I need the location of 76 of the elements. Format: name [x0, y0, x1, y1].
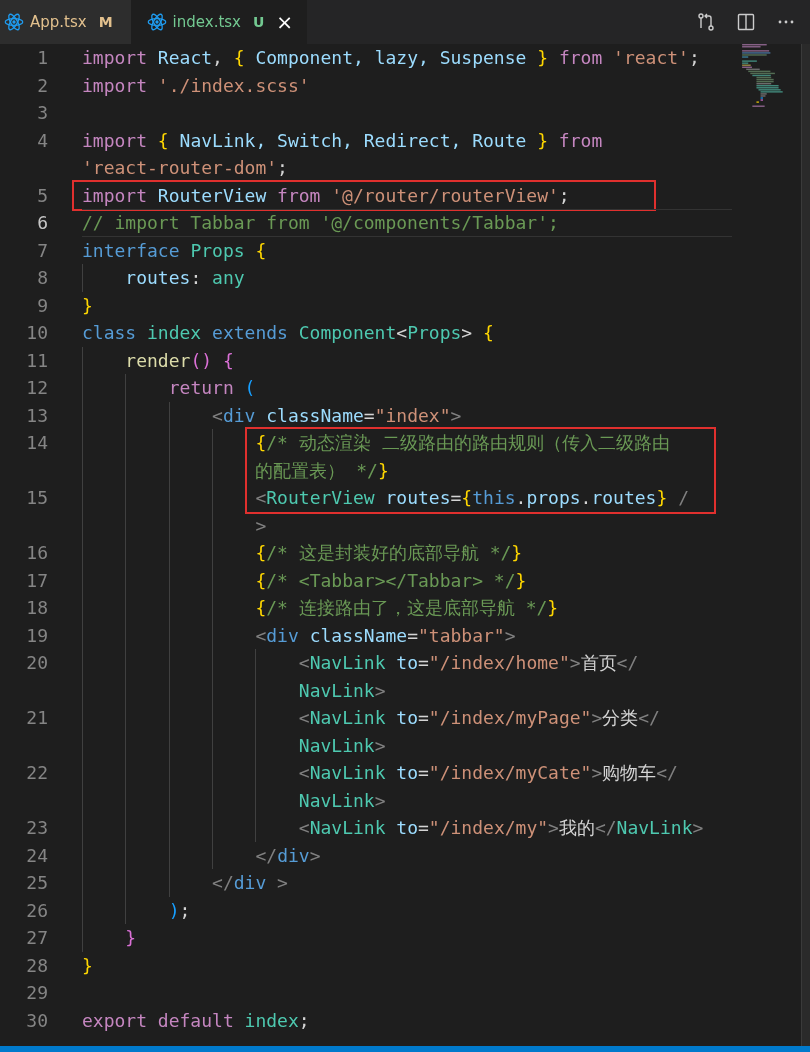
line-number: 19: [26, 624, 48, 646]
code-line: 'react-router-dom';: [82, 157, 288, 178]
atom-icon: [4, 12, 24, 32]
code-line: <NavLink to="/index/myCate">购物车</: [298, 762, 678, 783]
line-number: 28: [26, 954, 48, 976]
line-number: 24: [26, 844, 48, 866]
split-editor-icon[interactable]: [736, 12, 756, 32]
code-line: // import Tabbar from '@/components/Tabbar';: [82, 212, 559, 233]
code-line: render() {: [125, 349, 234, 371]
line-number: 2: [37, 74, 48, 96]
code-line: class index extends Component<Props> {: [82, 322, 494, 343]
code-line: );: [168, 899, 191, 921]
scrollbar[interactable]: [801, 44, 810, 1046]
compare-changes-icon[interactable]: [696, 12, 716, 32]
code-line: {/* <Tabbar></Tabbar> */}: [255, 569, 527, 591]
code-line: <div className="tabbar">: [255, 624, 516, 646]
code-line: <NavLink to="/index/home">首页</: [298, 652, 639, 673]
code-line: <NavLink to="/index/myPage">分类</: [298, 707, 660, 728]
line-number: 17: [26, 569, 48, 591]
code-line: <RouterView routes={this.props.routes} /: [255, 487, 689, 508]
code-line: </div >: [212, 872, 288, 893]
line-number: 25: [26, 872, 48, 893]
atom-icon: [146, 12, 167, 32]
line-number: 20: [26, 652, 48, 673]
tab-status: U: [253, 14, 265, 30]
code-line: </div>: [255, 844, 321, 866]
tab-label: index.tsx: [172, 13, 241, 31]
line-number: 12: [26, 377, 48, 398]
code-line: interface Props {: [82, 239, 267, 261]
line-number: 9: [37, 294, 48, 316]
line-number: 21: [26, 707, 48, 728]
editor-tab[interactable]: index.tsx U ×: [130, 0, 308, 44]
line-number: 4: [37, 129, 48, 151]
code-line: 的配置表） */}: [255, 459, 389, 481]
line-number: 16: [26, 542, 48, 563]
line-number: 10: [26, 322, 48, 343]
line-number: 13: [26, 404, 48, 426]
line-number: 1: [37, 47, 48, 68]
code-line: <div className="index">: [212, 404, 462, 426]
line-number: 8: [37, 267, 48, 288]
tab-status: M: [98, 14, 113, 30]
close-button[interactable]: ×: [276, 10, 294, 34]
editor-tab[interactable]: App.tsx M: [0, 0, 131, 44]
tab-label: App.tsx: [30, 13, 87, 31]
code-line: {/* 这是封装好的底部导航 */}: [255, 542, 523, 563]
line-number: 11: [26, 349, 48, 371]
code-line: {/* 连接路由了，这是底部导航 */}: [255, 597, 559, 618]
code-line: NavLink>: [298, 679, 386, 701]
code-line: >: [255, 514, 267, 536]
code-line: }: [82, 294, 93, 316]
line-number: 27: [26, 927, 48, 948]
code-line: import RouterView from '@/router/routerView';: [82, 184, 570, 206]
line-number: 7: [37, 239, 48, 261]
code-line: import { NavLink, Switch, Redirect, Route } from: [82, 129, 603, 151]
code-line: import './index.scss': [82, 74, 310, 96]
line-number: 18: [26, 597, 48, 618]
line-number: 26: [26, 899, 48, 921]
code-line: NavLink>: [298, 789, 386, 811]
line-number: 15: [26, 487, 48, 508]
line-number: 3: [37, 102, 48, 123]
line-number: 23: [26, 817, 48, 838]
code-line: return (: [168, 377, 256, 398]
code-line: <NavLink to="/index/my">我的</NavLink>: [298, 817, 704, 838]
line-number: 14: [26, 432, 48, 453]
line-number: 5: [37, 184, 48, 206]
line-number: 30: [26, 1009, 48, 1031]
code-line: export default index;: [82, 1009, 310, 1031]
code-line: }: [125, 927, 137, 948]
line-number: 6: [37, 212, 48, 233]
code-line: }: [82, 954, 93, 976]
code-line: NavLink>: [298, 734, 386, 756]
line-number: 22: [26, 762, 48, 783]
code-line: routes: any: [125, 267, 245, 288]
code-line: import React, { Component, lazy, Suspense } from 'react';: [82, 47, 700, 68]
code-line: {/* 动态渲染 二级路由的路由规则（传入二级路由: [255, 432, 670, 453]
line-number: 29: [26, 982, 48, 1003]
